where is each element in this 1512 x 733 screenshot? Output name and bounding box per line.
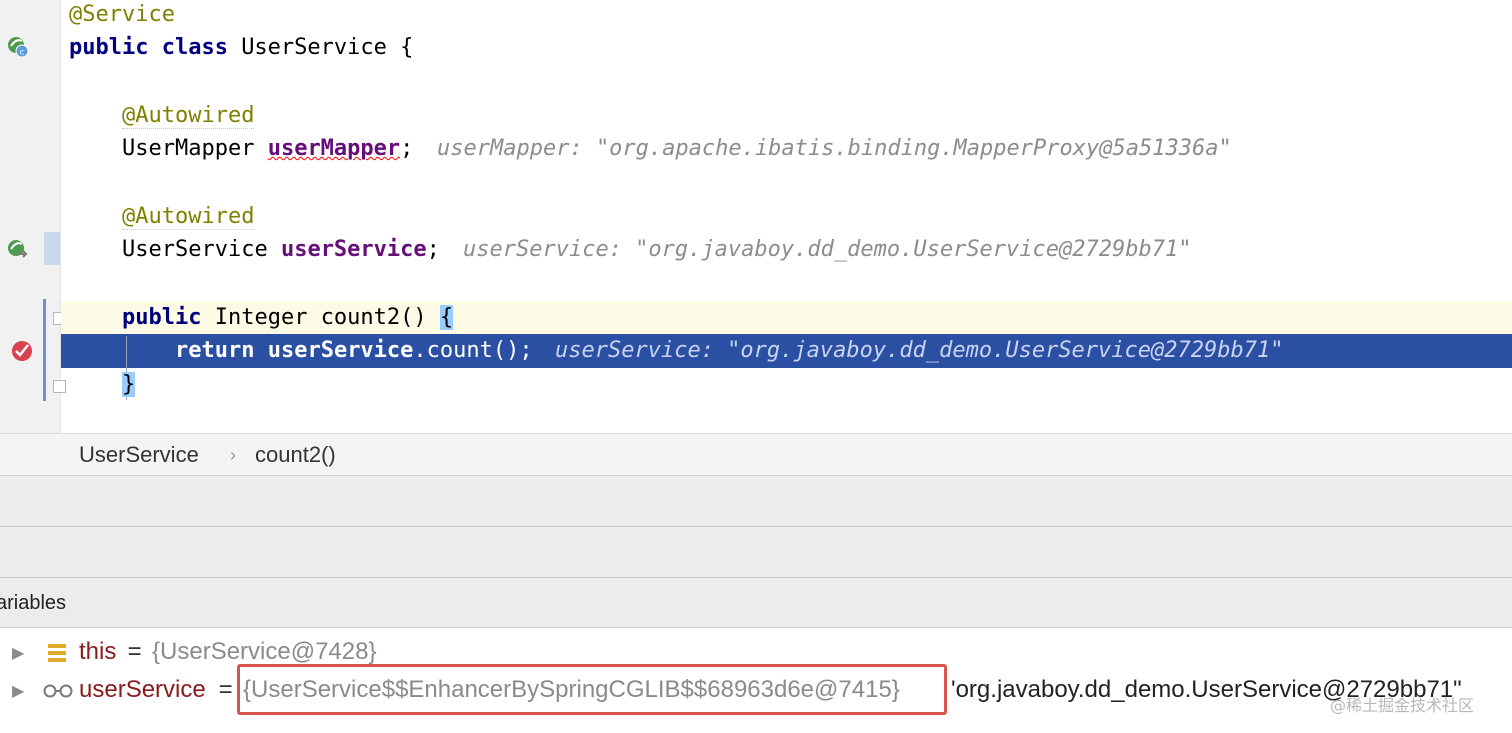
code-line-class-declaration: public class UserService { xyxy=(0,31,1512,65)
method-signature: Integer count2() xyxy=(201,305,440,330)
breadcrumb-separator: › xyxy=(230,445,236,465)
variables-panel-header: ariables xyxy=(0,578,1512,628)
method-close-brace: } xyxy=(122,372,136,397)
field-type-user-mapper: UserMapper xyxy=(122,136,268,161)
code-line-close-brace: } xyxy=(0,368,1512,402)
field-stack-icon xyxy=(48,644,66,662)
inline-value-hint: userService: "org.javaboy.dd_demo.UserSe… xyxy=(463,237,1192,262)
code-line-execution-point: return userService.count(); userService:… xyxy=(61,334,1512,368)
variable-equals: = xyxy=(212,676,240,703)
tool-window-toolbar xyxy=(0,476,1512,527)
annotation-autowired: @Autowired xyxy=(122,204,255,230)
class-keyword: public class xyxy=(69,35,242,60)
breadcrumb: UserService › count2() xyxy=(0,433,1512,476)
semicolon: ; xyxy=(426,237,440,262)
field-user-mapper: userMapper xyxy=(267,136,401,161)
field-user-service: userService xyxy=(280,237,427,262)
method-open-brace: { xyxy=(439,305,454,330)
variable-equals: = xyxy=(121,638,149,665)
code-line-method-declaration: public Integer count2() { xyxy=(61,301,1512,335)
breadcrumb-item-class[interactable]: UserService xyxy=(79,442,199,468)
code-line-user-service: UserService userService; userService: "o… xyxy=(0,233,1512,267)
code-line-user-mapper: UserMapper userMapper; userMapper: "org.… xyxy=(0,132,1512,166)
watermark: @稀土掘金技术社区 xyxy=(1330,696,1475,715)
code-line-autowired-2: @Autowired xyxy=(0,200,1512,234)
annotation-highlight-box xyxy=(237,664,947,715)
return-keyword: return xyxy=(175,338,268,363)
field-type-user-service: UserService xyxy=(122,237,281,262)
expand-arrow-icon[interactable]: ▶ xyxy=(12,681,24,701)
annotation-autowired: @Autowired xyxy=(122,103,255,129)
watch-glasses-icon xyxy=(43,684,73,698)
annotation-service: @Service xyxy=(69,2,175,27)
class-declaration: public class UserService { xyxy=(69,31,413,65)
variable-name: userService xyxy=(79,676,206,703)
variables-title: ariables xyxy=(0,592,67,614)
breadcrumb-item-method[interactable]: count2() xyxy=(255,442,336,468)
variable-type: {UserService@7428} xyxy=(152,638,377,665)
class-name: UserService { xyxy=(241,35,414,60)
debug-frames-bar xyxy=(0,527,1512,578)
code-line-autowired-1: @Autowired xyxy=(0,99,1512,133)
return-call: .count(); xyxy=(413,338,533,363)
expand-arrow-icon[interactable]: ▶ xyxy=(12,643,24,663)
inline-value-hint: userMapper: "org.apache.ibatis.binding.M… xyxy=(437,136,1232,161)
method-keyword: public xyxy=(122,305,202,330)
code-line-service-annotation: @Service xyxy=(0,0,1512,32)
code-editor[interactable]: c @Service public class UserService { @A… xyxy=(0,0,1512,433)
inline-value-hint: userService: "org.javaboy.dd_demo.UserSe… xyxy=(555,338,1284,363)
breakpoint-check-icon[interactable] xyxy=(11,340,33,362)
semicolon: ; xyxy=(400,136,414,161)
return-field: userService xyxy=(267,338,414,363)
variable-name: this xyxy=(79,638,117,665)
